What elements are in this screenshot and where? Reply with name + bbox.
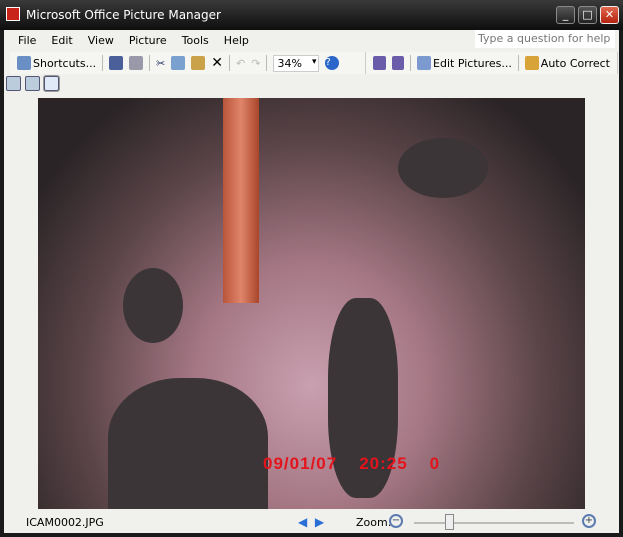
send-email-icon[interactable] [129,56,144,70]
copy-icon[interactable] [171,56,186,70]
separator [517,55,519,71]
app-icon [6,7,20,21]
menu-tools[interactable]: Tools [182,34,209,47]
filmstrip-view-icon[interactable] [25,76,40,91]
edit-pictures-label: Edit Pictures... [433,56,512,70]
separator [410,55,412,71]
single-picture-view-icon[interactable] [43,75,60,92]
stamp-time: 20:25 [359,454,408,473]
minimize-button[interactable]: _ [556,6,575,24]
separator [229,55,231,71]
auto-correct-label: Auto Correct [540,56,610,70]
paste-icon[interactable] [191,56,206,70]
menu-file[interactable]: File [18,34,36,47]
zoom-select[interactable]: 34% [273,54,320,72]
title-bar: Microsoft Office Picture Manager _ □ ✕ [0,0,623,30]
separator [266,55,268,71]
menu-edit[interactable]: Edit [51,34,72,47]
shortcuts-label: Shortcuts... [33,56,97,70]
filename-label: ICAM0002.JPG [26,516,104,529]
maximize-button[interactable]: □ [578,6,597,24]
delete-icon[interactable]: ✕ [211,55,223,71]
photo-raccoon [108,378,268,509]
window-title: Microsoft Office Picture Manager [26,8,221,22]
zoom-slider-thumb[interactable] [445,514,455,530]
menu-view[interactable]: View [88,34,114,47]
cut-icon[interactable]: ✂ [156,57,165,70]
save-icon[interactable] [109,56,124,70]
photo-timestamp: 09/01/07 20:25 0 [263,454,462,474]
app-window: Microsoft Office Picture Manager _ □ ✕ F… [0,0,623,537]
menu-help[interactable]: Help [224,34,249,47]
previous-picture-button[interactable]: ◀ [298,515,307,529]
view-switcher [6,75,60,92]
auto-correct-button[interactable]: Auto Correct [524,56,610,70]
rotate-right-icon[interactable] [391,56,405,70]
help-search-input[interactable]: Type a question for help [475,30,615,48]
menu-bar: File Edit View Picture Tools Help Type a… [4,30,619,50]
shortcuts-icon [17,56,31,70]
edit-pictures-icon [417,56,432,70]
shortcuts-button[interactable]: Shortcuts... [17,56,96,70]
zoom-label: Zoom: [356,516,392,529]
standard-toolbar: Shortcuts... ✂ ✕ ↶ ↷ 34% ? [10,52,366,74]
edit-pictures-button[interactable]: Edit Pictures... [417,56,512,70]
auto-correct-icon [524,56,539,70]
zoom-slider-track[interactable] [414,522,574,524]
photo-raccoon [123,268,183,343]
close-button[interactable]: ✕ [600,6,619,24]
next-picture-button[interactable]: ▶ [315,515,324,529]
zoom-in-icon[interactable]: + [582,514,596,528]
separator [102,55,104,71]
stamp-date: 09/01/07 [263,454,338,473]
undo-icon[interactable]: ↶ [236,57,245,70]
photo-preview: 09/01/07 20:25 0 [38,98,585,509]
nav-buttons: ◀ ▶ [298,515,324,529]
menu-picture[interactable]: Picture [129,34,167,47]
photo-post [223,98,259,303]
stamp-number: 0 [429,454,441,473]
picture-toolbar: Edit Pictures... Auto Correct [366,52,618,74]
status-bar: ICAM0002.JPG ◀ ▶ Zoom: − + [4,511,619,533]
thumbnail-view-icon[interactable] [6,76,21,91]
client-area: File Edit View Picture Tools Help Type a… [4,30,619,533]
rotate-left-icon[interactable] [373,56,386,70]
help-icon[interactable]: ? [325,56,340,70]
photo-raccoon [398,138,488,198]
zoom-out-icon[interactable]: − [389,514,403,528]
redo-icon[interactable]: ↷ [251,57,260,70]
separator [149,55,151,71]
